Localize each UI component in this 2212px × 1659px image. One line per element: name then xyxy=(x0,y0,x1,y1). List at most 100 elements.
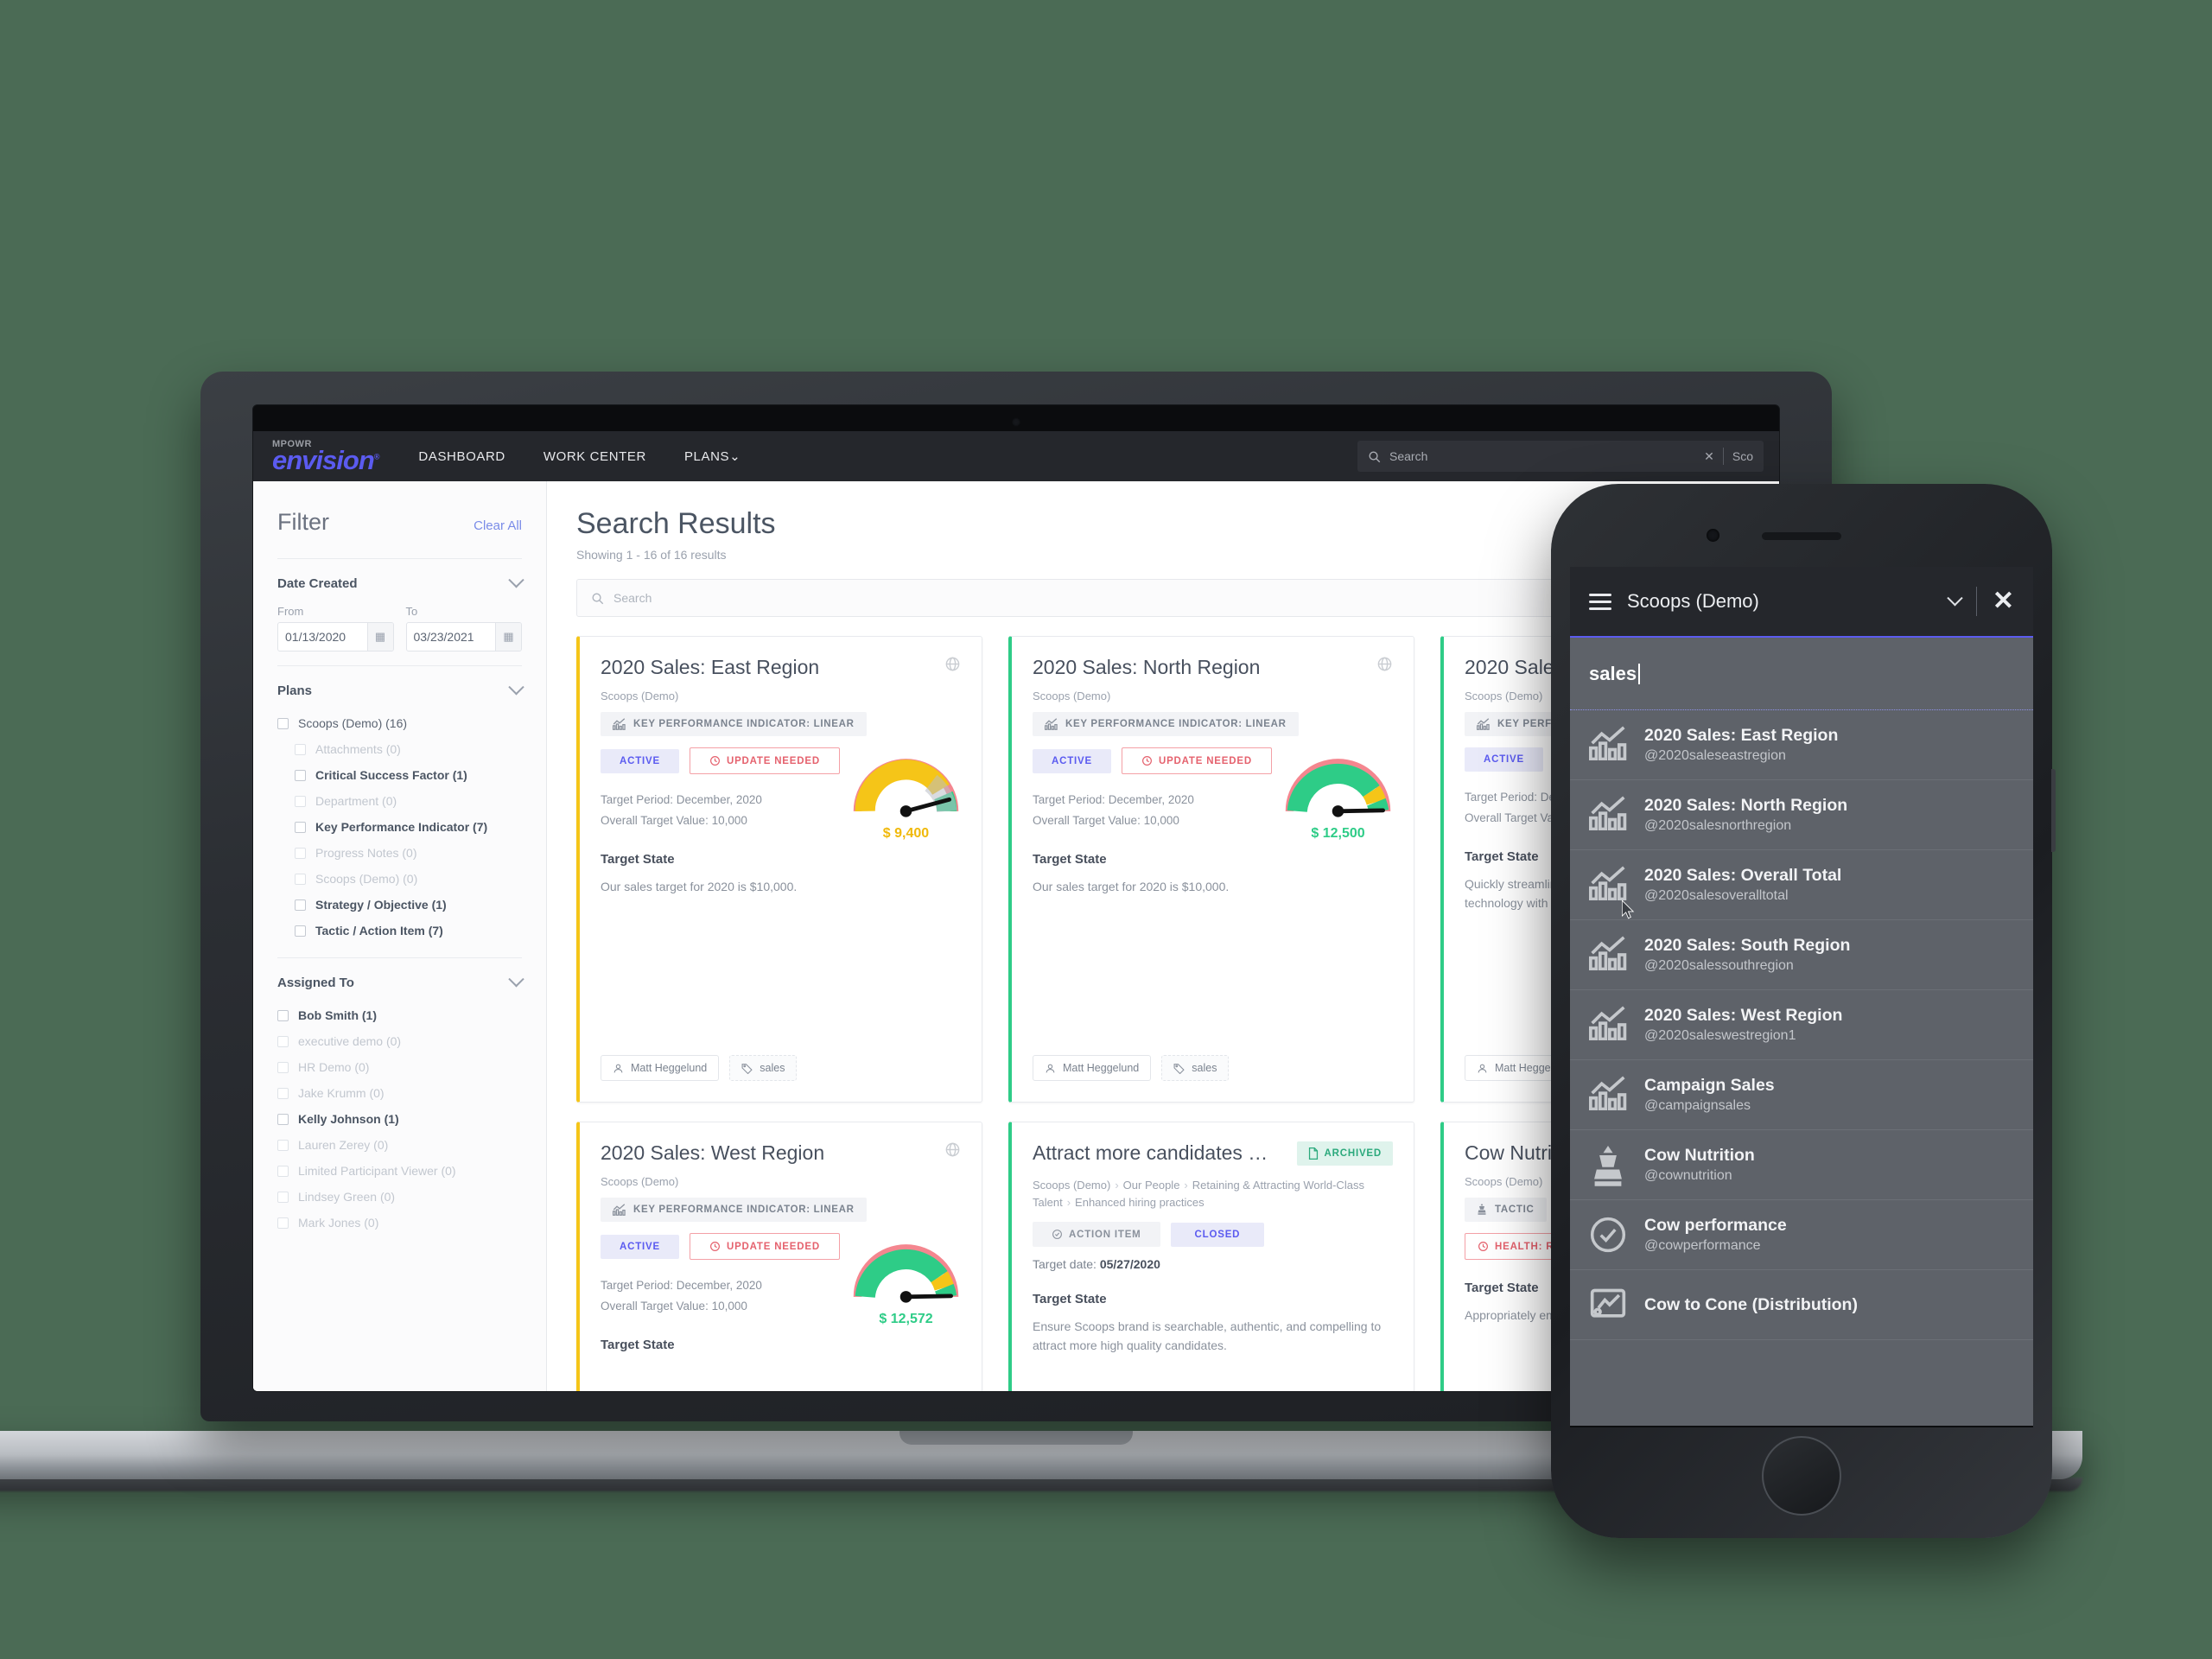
app-logo[interactable]: MPOWR envision® xyxy=(272,439,379,474)
date-from-input[interactable]: 01/13/2020 ▦ xyxy=(277,622,394,652)
tag-pill[interactable]: sales xyxy=(729,1055,798,1081)
phone-result-text: Cow performance @cowperformance xyxy=(1644,1216,1787,1254)
nav-item-plans[interactable]: PLANS⌄ xyxy=(684,448,741,464)
assignee-pill[interactable]: Matt Heggelund xyxy=(601,1055,720,1081)
calendar-icon[interactable]: ▦ xyxy=(495,623,521,651)
filter-checkbox-row[interactable]: HR Demo (0) xyxy=(277,1054,522,1080)
checkbox-icon[interactable] xyxy=(277,1113,289,1125)
phone-result-row[interactable]: Cow Nutrition @cownutrition xyxy=(1570,1130,2033,1200)
filter-checkbox-row[interactable]: Jake Krumm (0) xyxy=(277,1080,522,1106)
filter-checkbox-row[interactable]: Bob Smith (1) xyxy=(277,1002,522,1028)
date-from-field: From 01/13/2020 ▦ xyxy=(277,605,394,652)
card-type-label: TACTIC xyxy=(1495,1205,1535,1216)
filter-checkbox-label: Attachments (0) xyxy=(315,742,401,756)
card-plan-name: Scoops (Demo) xyxy=(601,690,679,703)
kpi-gauge: $ 12,572 xyxy=(848,1235,964,1327)
phone-search-input[interactable]: sales xyxy=(1570,638,2033,710)
card-breadcrumb: Scoops (Demo) › Our People › Retaining & Att… xyxy=(1033,1177,1393,1211)
checkbox-icon[interactable] xyxy=(277,717,289,729)
globe-icon[interactable] xyxy=(1376,656,1393,672)
filter-checkbox-row[interactable]: Attachments (0) xyxy=(277,736,522,762)
chevron-down-icon xyxy=(508,679,524,696)
globe-icon[interactable] xyxy=(944,656,961,672)
date-to-input[interactable]: 03/23/2021 ▦ xyxy=(405,622,522,652)
result-card[interactable]: 2020 Sales: West Region Scoops (Demo) KE… xyxy=(576,1122,982,1391)
filter-checkbox-row[interactable]: Key Performance Indicator (7) xyxy=(277,814,522,840)
calendar-icon[interactable]: ▦ xyxy=(366,623,393,651)
checkbox-icon[interactable] xyxy=(295,873,306,885)
result-card[interactable]: 2020 Sales: North Region Scoops (Demo) K… xyxy=(1008,636,1414,1103)
checkbox-icon[interactable] xyxy=(277,1217,289,1229)
result-card[interactable]: 2020 Sales: East Region Scoops (Demo) KE… xyxy=(576,636,982,1103)
checkbox-icon[interactable] xyxy=(295,821,306,833)
checkbox-icon[interactable] xyxy=(277,1009,289,1021)
gauge-value: $ 12,500 xyxy=(1311,826,1365,841)
breadcrumb-item[interactable]: Scoops (Demo) xyxy=(1033,1179,1110,1192)
phone-result-row[interactable]: 2020 Sales: North Region @2020salesnorthr… xyxy=(1570,780,2033,850)
phone-result-handle: @campaignsales xyxy=(1644,1098,1751,1113)
phone-result-row[interactable]: 2020 Sales: East Region @2020saleseastreg… xyxy=(1570,710,2033,780)
date-created-header[interactable]: Date Created xyxy=(277,572,524,591)
filter-checkbox-row[interactable]: Lindsey Green (0) xyxy=(277,1184,522,1210)
filter-checkbox-row[interactable]: Strategy / Objective (1) xyxy=(277,892,522,918)
filter-checkbox-row[interactable]: Kelly Johnson (1) xyxy=(277,1106,522,1132)
phone-result-row[interactable]: 2020 Sales: South Region @2020salessouthr… xyxy=(1570,920,2033,990)
checkbox-icon[interactable] xyxy=(295,795,306,807)
nav-item-dashboard[interactable]: DASHBOARD xyxy=(418,449,505,464)
phone-home-button[interactable] xyxy=(1762,1436,1841,1516)
checkbox-icon[interactable] xyxy=(277,1191,289,1203)
checkbox-icon[interactable] xyxy=(295,899,306,911)
phone-side-button[interactable] xyxy=(2051,769,2056,852)
checkbox-icon[interactable] xyxy=(277,1087,289,1099)
checkbox-icon[interactable] xyxy=(295,743,306,755)
checkbox-icon[interactable] xyxy=(277,1165,289,1177)
filter-checkbox-row[interactable]: Tactic / Action Item (7) xyxy=(277,918,522,944)
checkbox-icon[interactable] xyxy=(295,925,306,937)
global-search-input[interactable]: Search ✕ Sco xyxy=(1357,441,1764,472)
checkbox-icon[interactable] xyxy=(277,1035,289,1047)
chevron-down-icon xyxy=(508,971,524,988)
plans-header[interactable]: Plans xyxy=(277,679,524,698)
checkbox-icon[interactable] xyxy=(277,1139,289,1151)
checkbox-icon[interactable] xyxy=(295,769,306,781)
phone-result-row[interactable]: 2020 Sales: West Region @2020saleswestreg… xyxy=(1570,990,2033,1060)
checkbox-icon[interactable] xyxy=(295,847,306,859)
chevron-down-icon[interactable] xyxy=(1947,589,1963,606)
globe-icon[interactable] xyxy=(944,1141,961,1158)
tag-pill[interactable]: sales xyxy=(1161,1055,1230,1081)
filter-checkbox-row[interactable]: Scoops (Demo) (0) xyxy=(277,866,522,892)
search-scope-label[interactable]: Sco xyxy=(1732,449,1753,463)
phone-result-row[interactable]: Cow performance @cowperformance xyxy=(1570,1200,2033,1270)
filter-checkbox-row[interactable]: executive demo (0) xyxy=(277,1028,522,1054)
kpi-chart-icon xyxy=(1589,796,1627,834)
result-card[interactable]: Attract more candidates … ARCHIVED Scoop… xyxy=(1008,1122,1414,1391)
assignee-pill[interactable]: Matt Heggelund xyxy=(1033,1055,1152,1081)
filter-checkbox-row[interactable]: Limited Participant Viewer (0) xyxy=(277,1158,522,1184)
hamburger-menu-icon[interactable] xyxy=(1589,589,1611,614)
assigned-to-header[interactable]: Assigned To xyxy=(277,971,524,990)
phone-result-row[interactable]: Campaign Sales @campaignsales xyxy=(1570,1060,2033,1130)
card-header: 2020 Sales: West Region xyxy=(601,1141,961,1164)
clear-all-button[interactable]: Clear All xyxy=(474,518,522,533)
search-clear-icon[interactable]: ✕ xyxy=(1704,449,1714,464)
phone-plan-title: Scoops (Demo) xyxy=(1627,590,1759,612)
breadcrumb-item[interactable]: Our People xyxy=(1123,1179,1180,1192)
plans-checkbox-list: Scoops (Demo) (16) Attachments (0) Critica… xyxy=(277,710,522,944)
filter-checkbox-label: executive demo (0) xyxy=(298,1034,402,1048)
checkbox-icon[interactable] xyxy=(277,1061,289,1073)
filter-checkbox-row[interactable]: Department (0) xyxy=(277,788,522,814)
filter-checkbox-row[interactable]: Mark Jones (0) xyxy=(277,1210,522,1236)
filter-checkbox-row[interactable]: Progress Notes (0) xyxy=(277,840,522,866)
filter-checkbox-row[interactable]: Critical Success Factor (1) xyxy=(277,762,522,788)
card-type-badge: TACTIC xyxy=(1465,1198,1547,1223)
phone-result-row[interactable]: Cow to Cone (Distribution) xyxy=(1570,1270,2033,1340)
breadcrumb-item[interactable]: Enhanced hiring practices xyxy=(1075,1196,1205,1209)
filter-checkbox-row[interactable]: Scoops (Demo) (16) xyxy=(277,710,522,736)
nav-item-work-center[interactable]: WORK CENTER xyxy=(543,449,646,464)
check-circle-icon xyxy=(1052,1230,1062,1239)
filter-checkbox-row[interactable]: Lauren Zerey (0) xyxy=(277,1132,522,1158)
close-icon[interactable]: ✕ xyxy=(1993,588,2014,614)
phone-result-name: 2020 Sales: West Region xyxy=(1644,1006,1843,1025)
phone-result-row[interactable]: 2020 Sales: Overall Total @2020salesovera… xyxy=(1570,850,2033,920)
kpi-chart-icon xyxy=(1589,936,1627,974)
